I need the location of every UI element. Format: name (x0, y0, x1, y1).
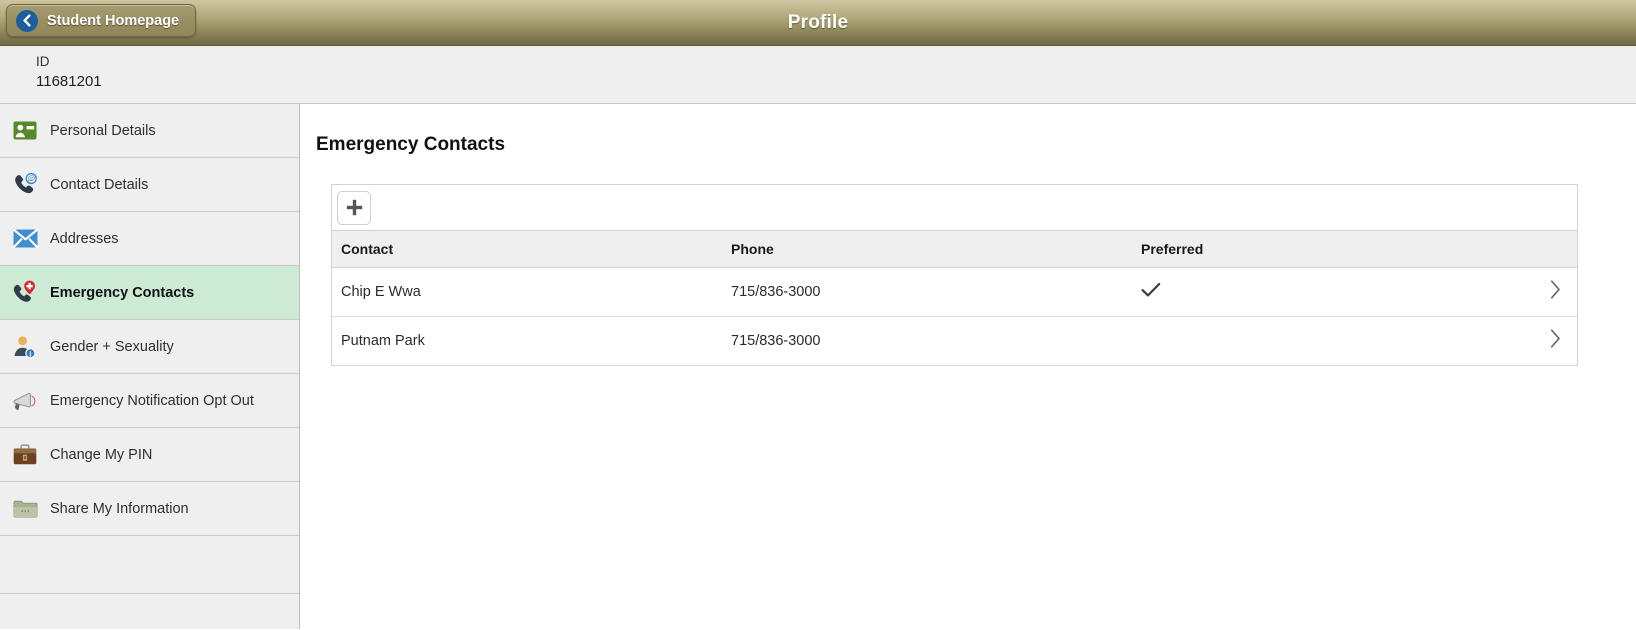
cell-row-action[interactable] (1525, 316, 1577, 365)
column-header-contact: Contact (332, 231, 722, 268)
briefcase-icon (11, 441, 39, 469)
chevron-right-icon[interactable] (1550, 329, 1561, 348)
cell-preferred (1132, 316, 1525, 365)
cell-preferred (1132, 267, 1525, 317)
sidebar-nav: Personal Details @ Contact Details Addre… (0, 104, 300, 629)
body-container: Personal Details @ Contact Details Addre… (0, 104, 1636, 629)
table-body: Chip E Wwa 715/836-3000 Putnam Park 715/… (332, 267, 1577, 365)
column-header-actions (1525, 231, 1577, 268)
column-header-phone: Phone (722, 231, 1132, 268)
megaphone-icon (11, 387, 39, 415)
sidebar-item-addresses[interactable]: Addresses (0, 212, 299, 266)
preferred-check-icon (1141, 282, 1161, 298)
table-row[interactable]: Chip E Wwa 715/836-3000 (332, 267, 1577, 317)
emergency-contacts-panel: Contact Phone Preferred Chip E Wwa 715/8… (331, 184, 1578, 366)
cell-row-action[interactable] (1525, 267, 1577, 317)
sidebar-item-share-my-information[interactable]: *** Share My Information (0, 482, 299, 536)
id-card-icon (11, 117, 39, 145)
sidebar-item-gender-sexuality[interactable]: Gender + Sexuality (0, 320, 299, 374)
main-content: Emergency Contacts Contact Phone Preferr… (300, 104, 1636, 629)
column-header-preferred: Preferred (1132, 231, 1525, 268)
cell-contact: Chip E Wwa (332, 267, 722, 317)
cell-contact: Putnam Park (332, 316, 722, 365)
folder-icon: *** (11, 495, 39, 523)
sidebar-item-label: Gender + Sexuality (50, 338, 174, 355)
table-head: Contact Phone Preferred (332, 231, 1577, 268)
svg-text:***: *** (20, 509, 29, 516)
person-info-icon (11, 333, 39, 361)
sidebar-item-personal-details[interactable]: Personal Details (0, 104, 299, 158)
id-label: ID (36, 54, 50, 69)
sidebar-item-label: Personal Details (50, 122, 156, 139)
chevron-right-icon[interactable] (1550, 280, 1561, 299)
grid-toolbar (332, 185, 1577, 231)
cell-phone: 715/836-3000 (722, 316, 1132, 365)
sidebar-item-label: Contact Details (50, 176, 149, 193)
app-header: Student Homepage Profile (0, 0, 1636, 46)
table-header-row: Contact Phone Preferred (332, 231, 1577, 268)
section-title: Emergency Contacts (316, 134, 506, 155)
emergency-contacts-table: Contact Phone Preferred Chip E Wwa 715/8… (332, 231, 1577, 365)
sidebar-item-label: Change My PIN (50, 446, 153, 463)
sidebar-item-label: Share My Information (50, 500, 189, 517)
sidebar-item-contact-details[interactable]: @ Contact Details (0, 158, 299, 212)
svg-text:@: @ (27, 174, 35, 183)
id-band: ID 11681201 (0, 46, 1636, 104)
table-row[interactable]: Putnam Park 715/836-3000 (332, 316, 1577, 365)
plus-icon (346, 199, 363, 216)
sidebar-item-change-my-pin[interactable]: Change My PIN (0, 428, 299, 482)
add-contact-button[interactable] (337, 190, 371, 225)
sidebar-item-label: Addresses (50, 230, 119, 247)
sidebar-item-emergency-contacts[interactable]: Emergency Contacts (0, 266, 299, 320)
phone-medical-pin-icon (11, 279, 39, 307)
sidebar-item-label: Emergency Contacts (50, 284, 195, 301)
envelope-icon (11, 225, 39, 253)
cell-phone: 715/836-3000 (722, 267, 1132, 317)
sidebar-empty-row (0, 536, 299, 594)
id-value: 11681201 (36, 73, 102, 90)
page-title: Profile (787, 12, 849, 33)
sidebar-item-emergency-notification-opt-out[interactable]: Emergency Notification Opt Out (0, 374, 299, 428)
phone-at-icon: @ (11, 171, 39, 199)
sidebar-item-label: Emergency Notification Opt Out (50, 392, 254, 409)
